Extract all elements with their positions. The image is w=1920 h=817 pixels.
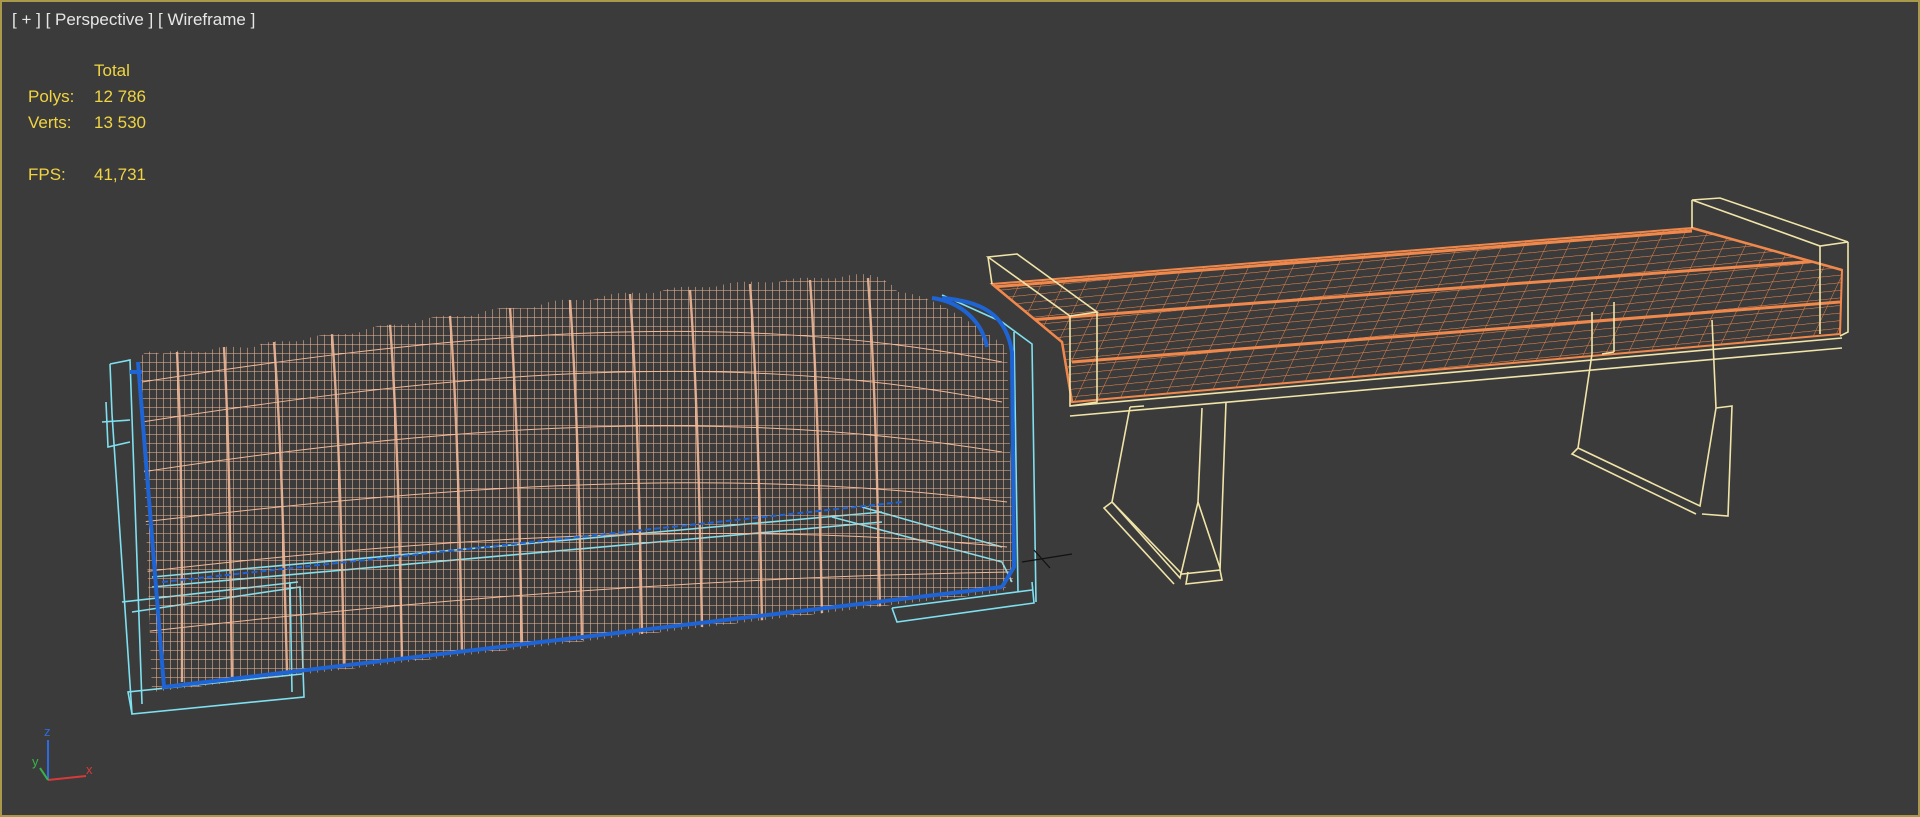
viewport-shading-menu[interactable]: [ Wireframe ]	[158, 10, 255, 30]
axis-gizmo: z y x	[32, 724, 93, 781]
viewport-view-menu[interactable]: [ Perspective ]	[46, 10, 154, 30]
statistics-overlay: Total Polys: 12 786 Verts: 13 530 FPS: 4…	[28, 58, 146, 188]
axis-z-label: z	[44, 724, 51, 739]
axis-y-label: y	[32, 754, 39, 769]
fps-label: FPS:	[28, 165, 66, 184]
crosshair-cursor	[1021, 549, 1073, 569]
scene-canvas[interactable]: z y x	[2, 2, 1918, 815]
stats-header: Total	[94, 61, 130, 80]
fps-value: 41,731	[94, 165, 146, 184]
viewport-plus-menu[interactable]: [ + ]	[12, 10, 41, 30]
viewport-label-menu: [ + ] [ Perspective ] [ Wireframe ]	[12, 10, 255, 30]
axis-x-label: x	[86, 762, 93, 777]
viewport-perspective[interactable]: z y x [ + ] [ Perspective ] [ Wireframe …	[0, 0, 1920, 817]
sofa-cushion-wireframe[interactable]	[102, 262, 1032, 712]
verts-label: Verts:	[28, 113, 72, 132]
verts-value: 13 530	[94, 113, 146, 132]
polys-label: Polys:	[28, 87, 75, 106]
polys-value: 12 786	[94, 87, 146, 106]
